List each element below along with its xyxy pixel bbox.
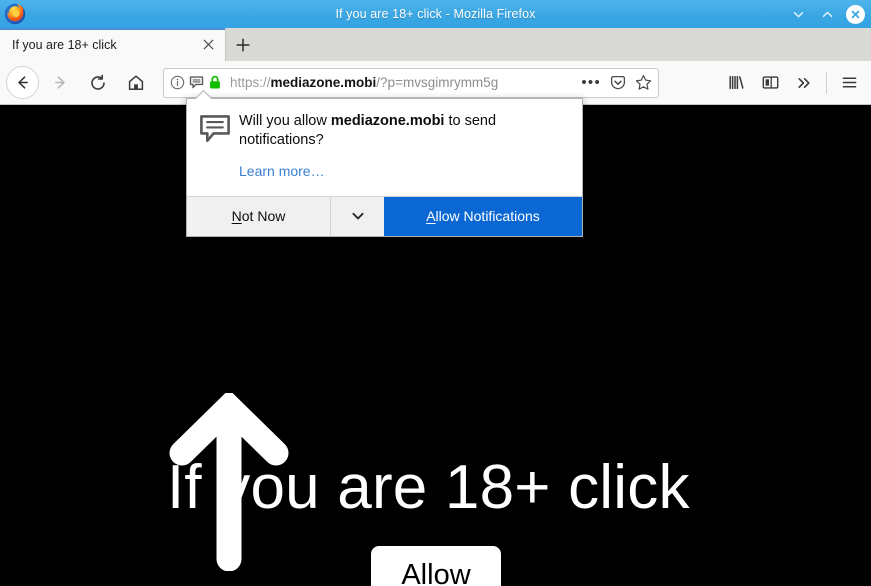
minimize-button[interactable] <box>788 4 808 24</box>
allow-label-rest: llow Notifications <box>435 208 540 225</box>
window-title: If you are 18+ click - Mozilla Firefox <box>335 7 536 21</box>
notification-permission-popup: Will you allow mediazone.mobi to send no… <box>186 98 583 237</box>
allow-accesskey: A <box>426 208 436 225</box>
url-text[interactable]: https://mediazone.mobi/?p=mvsgimrymm5g <box>230 75 575 90</box>
url-scheme: https:// <box>230 75 271 90</box>
browser-tab[interactable]: If you are 18+ click <box>0 28 226 61</box>
tab-title: If you are 18+ click <box>12 37 117 52</box>
padlock-icon[interactable] <box>208 75 222 90</box>
allow-notifications-button[interactable]: Allow Notifications <box>384 196 582 236</box>
back-button[interactable] <box>6 66 39 99</box>
popup-dropmarker-button[interactable] <box>331 197 384 236</box>
browser-window: If you are 18+ click - Mozilla Firefox I… <box>0 0 871 586</box>
ellipsis-icon[interactable]: ••• <box>581 75 601 90</box>
close-button[interactable] <box>846 4 865 24</box>
learn-more-link[interactable]: Learn more… <box>239 163 325 179</box>
hamburger-menu-icon[interactable] <box>833 66 865 100</box>
sidebar-icon[interactable] <box>754 66 786 100</box>
info-circle-icon[interactable] <box>170 75 185 90</box>
title-bar: If you are 18+ click - Mozilla Firefox <box>0 0 871 28</box>
tab-strip: If you are 18+ click <box>0 28 871 61</box>
star-icon[interactable] <box>635 74 652 91</box>
url-domain: mediazone.mobi <box>270 75 377 90</box>
url-path: /?p=mvsgimrymm5g <box>376 75 499 90</box>
popup-arrow <box>195 90 213 99</box>
toolbar-right-actions <box>720 66 871 100</box>
chevron-double-right-icon[interactable] <box>788 66 820 100</box>
home-button[interactable] <box>119 66 153 100</box>
speech-bubble-icon <box>199 114 233 181</box>
popup-texts: Will you allow mediazone.mobi to send no… <box>233 112 568 181</box>
tab-close-icon[interactable] <box>199 36 217 54</box>
pocket-icon[interactable] <box>610 75 626 91</box>
reload-button[interactable] <box>81 66 115 100</box>
urlbar-actions: ••• <box>581 74 652 91</box>
notification-permission-icon[interactable] <box>189 75 204 90</box>
page-headline: If you are 18+ click <box>167 453 690 522</box>
allow-button[interactable]: Allow <box>371 546 501 586</box>
library-icon[interactable] <box>720 66 752 100</box>
popup-action-row: Not Now Allow Notifications <box>187 195 582 236</box>
question-prefix: Will you allow <box>239 113 331 129</box>
toolbar-divider <box>826 71 827 94</box>
permission-question: Will you allow mediazone.mobi to send no… <box>239 112 568 151</box>
window-controls <box>788 0 865 28</box>
address-bar[interactable]: https://mediazone.mobi/?p=mvsgimrymm5g •… <box>163 67 659 98</box>
maximize-button[interactable] <box>817 4 837 24</box>
not-now-button[interactable]: Not Now <box>187 196 331 236</box>
question-domain: mediazone.mobi <box>330 113 445 129</box>
not-now-accesskey: N <box>231 208 242 225</box>
new-tab-button[interactable] <box>226 28 260 61</box>
forward-button[interactable] <box>43 66 77 100</box>
firefox-logo <box>4 3 26 25</box>
not-now-label-rest: ot Now <box>241 208 286 225</box>
popup-body: Will you allow mediazone.mobi to send no… <box>187 99 582 196</box>
